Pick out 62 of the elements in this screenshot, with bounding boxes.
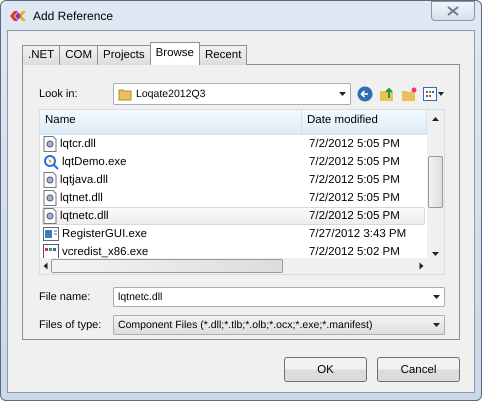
scroll-thumb[interactable] bbox=[51, 259, 283, 273]
file-row[interactable]: lqtnetc.dll 7/2/2012 5:05 PM bbox=[42, 207, 425, 225]
vertical-scrollbar[interactable] bbox=[427, 110, 444, 274]
dialog-button[interactable]: OK bbox=[284, 357, 367, 382]
dialog-button[interactable]: Cancel bbox=[377, 357, 460, 382]
look-in-label: Look in: bbox=[39, 88, 79, 100]
date-cell-text: 7/2/2012 5:05 PM bbox=[308, 192, 401, 204]
file-row[interactable]: lqtcr.dll 7/2/2012 5:05 PM bbox=[42, 135, 425, 153]
file-name-cell: lqtnetc.dll bbox=[60, 210, 109, 222]
file-name-label: File name: bbox=[39, 291, 92, 303]
file-row[interactable]: RegisterGUI.exe 7/27/2012 3:43 PM bbox=[42, 225, 425, 243]
file-name-cell: vcredist_x86.exe bbox=[62, 246, 148, 258]
date-cell-text: 7/2/2012 5:05 PM bbox=[308, 210, 401, 222]
file-row[interactable]: lqtnet.dll 7/2/2012 5:05 PM bbox=[42, 189, 425, 207]
close-button[interactable] bbox=[431, 1, 475, 20]
app-window-icon bbox=[43, 227, 59, 241]
horizontal-scrollbar[interactable] bbox=[40, 258, 427, 274]
dropdown-arrow-icon bbox=[339, 92, 346, 96]
gear-file-icon bbox=[43, 190, 57, 206]
gear-file-icon bbox=[43, 136, 57, 152]
tab[interactable]: Recent bbox=[198, 45, 248, 65]
file-name-cell: RegisterGUI.exe bbox=[62, 228, 148, 240]
date-cell-text: 7/2/2012 5:05 PM bbox=[308, 174, 401, 186]
file-name-cell: lqtcr.dll bbox=[60, 138, 96, 150]
scroll-down-icon bbox=[432, 252, 439, 256]
look-in-dropdown[interactable]: Loqate2012Q3 bbox=[113, 83, 351, 105]
close-icon bbox=[447, 6, 459, 16]
date-cell-text: 7/2/2012 5:05 PM bbox=[308, 156, 401, 168]
view-menu-icon[interactable] bbox=[423, 87, 445, 101]
app-logo-icon bbox=[9, 10, 27, 22]
scroll-up-icon bbox=[432, 117, 439, 121]
files-of-type-label: Files of type: bbox=[39, 319, 102, 331]
tab[interactable]: COM bbox=[59, 45, 98, 65]
gear-file-icon bbox=[43, 208, 57, 224]
new-folder-icon[interactable] bbox=[401, 86, 417, 102]
magnifier-icon bbox=[43, 154, 59, 170]
file-row[interactable]: vcredist_x86.exe 7/2/2012 5:02 PM bbox=[42, 243, 425, 258]
back-icon[interactable] bbox=[357, 86, 373, 102]
folder-icon bbox=[118, 87, 132, 101]
tab[interactable]: .NET bbox=[22, 45, 60, 65]
gear-file-icon bbox=[43, 172, 57, 188]
file-name-cell: lqtDemo.exe bbox=[62, 156, 127, 168]
tab[interactable]: Browse bbox=[150, 42, 200, 65]
dropdown-arrow-icon bbox=[433, 295, 440, 299]
tab[interactable]: Projects bbox=[97, 45, 151, 65]
column-header[interactable]: Name bbox=[40, 110, 302, 134]
window-title: Add Reference bbox=[33, 8, 114, 22]
folder-up-icon[interactable] bbox=[379, 86, 395, 102]
date-cell-text: 7/2/2012 5:05 PM bbox=[308, 138, 401, 150]
file-name-cell: lqtnet.dll bbox=[60, 192, 103, 204]
scroll-thumb[interactable] bbox=[428, 156, 443, 208]
file-name-cell: lqtjava.dll bbox=[60, 174, 108, 186]
dropdown-arrow-icon bbox=[433, 323, 440, 327]
scroll-right-icon bbox=[420, 262, 424, 270]
files-of-type-dropdown[interactable]: Component Files (*.dll;*.tlb;*.olb;*.ocx;*.exe;*.manifest) bbox=[113, 315, 445, 335]
file-row[interactable]: lqtjava.dll 7/2/2012 5:05 PM bbox=[42, 171, 425, 189]
file-name-field[interactable]: lqtnetc.dll bbox=[113, 287, 445, 307]
scroll-left-icon bbox=[44, 262, 48, 270]
file-row[interactable]: lqtDemo.exe 7/2/2012 5:05 PM bbox=[42, 153, 425, 171]
installer-icon bbox=[43, 244, 59, 258]
date-cell-text: 7/2/2012 5:02 PM bbox=[308, 246, 401, 258]
date-cell-text: 7/27/2012 3:43 PM bbox=[308, 228, 408, 240]
